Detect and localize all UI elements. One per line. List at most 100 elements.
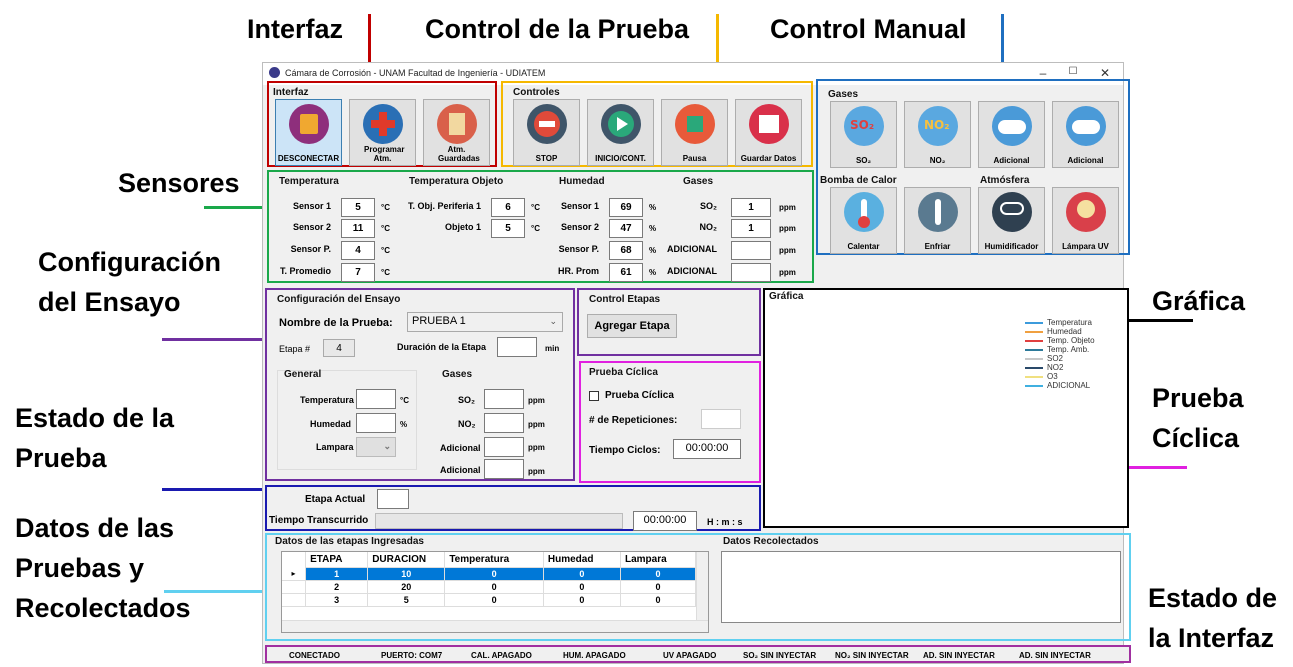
table-cell[interactable]: 0 xyxy=(543,580,621,594)
table-cell[interactable]: 1 xyxy=(305,567,369,581)
legend-item: O3 xyxy=(1025,372,1125,381)
legend-item: Temp. Amb. xyxy=(1025,345,1125,354)
minimize-button[interactable]: – xyxy=(1033,66,1053,80)
configuracion-group: Configuración del Ensayo Nombre de la Pr… xyxy=(265,288,575,481)
column-header[interactable]: ETAPA xyxy=(305,552,369,568)
row-header[interactable] xyxy=(282,580,307,594)
table-cell[interactable]: 0 xyxy=(543,567,621,581)
adicional-1-button[interactable]: Adicional xyxy=(978,101,1045,168)
icon-text: NO₂ xyxy=(924,118,950,132)
table-row[interactable]: 2 20 0 0 0 xyxy=(282,580,697,594)
sensor-unit: °C xyxy=(531,203,540,212)
status-item: SO₂ SIN INYECTAR xyxy=(743,651,817,660)
table-cell[interactable]: 0 xyxy=(620,580,697,594)
lightbulb-icon xyxy=(1066,192,1106,232)
annotation-text: Recolectados xyxy=(15,593,191,623)
duracion-label: Duración de la Etapa xyxy=(397,342,487,352)
binders-icon xyxy=(749,104,789,144)
row-header[interactable] xyxy=(282,593,307,607)
save-data-button[interactable]: Guardar Datos xyxy=(735,99,802,166)
table-cell[interactable]: 0 xyxy=(620,593,697,607)
table-cell[interactable]: 0 xyxy=(444,593,544,607)
table-row[interactable]: 35000 xyxy=(282,593,697,607)
pause-icon xyxy=(675,104,715,144)
duracion-input[interactable] xyxy=(497,337,537,357)
button-label: SO₂ xyxy=(855,156,872,165)
sensor-unit: °C xyxy=(381,203,390,212)
legend-swatch xyxy=(1025,358,1043,360)
table-cell[interactable]: 10 xyxy=(367,567,446,581)
atm-guardadas-button[interactable]: Atm. Guardadas xyxy=(423,99,490,166)
sensor-value: 1 xyxy=(731,219,771,238)
button-label: Programar Atm. xyxy=(364,145,405,163)
lampara-uv-button[interactable]: Lámpara UV xyxy=(1052,187,1119,254)
legend-label: SO2 xyxy=(1047,354,1064,363)
duracion-unit: min xyxy=(545,344,560,353)
legend-label: Humedad xyxy=(1047,327,1082,336)
sensor-value: 6 xyxy=(491,198,525,217)
annotation-estado-prueba: Estado de la Prueba xyxy=(15,398,174,478)
sensor-value: 4 xyxy=(341,241,375,260)
tiempo-ciclos-input[interactable]: 00:00:00 xyxy=(673,439,741,459)
pause-button[interactable]: Pausa xyxy=(661,99,728,166)
stop-button[interactable]: STOP xyxy=(513,99,580,166)
annotation-datos: Datos de las Pruebas y Recolectados xyxy=(15,508,191,628)
sensor-label: SO₂ xyxy=(699,201,717,211)
table-cell[interactable]: 0 xyxy=(543,593,621,607)
sensor-value: 7 xyxy=(341,263,375,282)
annotation-text: Prueba xyxy=(1152,383,1244,413)
maximize-button[interactable]: ☐ xyxy=(1063,66,1083,77)
tiempo-ciclos-label: Tiempo Ciclos: xyxy=(589,445,661,456)
legend-label: NO2 xyxy=(1047,363,1064,372)
horizontal-scrollbar[interactable] xyxy=(282,620,708,632)
humedad-input[interactable] xyxy=(356,413,396,433)
so2-button[interactable]: SO₂ SO₂ xyxy=(830,101,897,168)
ciclica-checkbox[interactable] xyxy=(589,391,599,401)
nombre-select[interactable]: PRUEBA 1 ⌄ xyxy=(407,312,563,332)
sensor-unit: ppm xyxy=(779,268,796,277)
so2-label: SO₂ xyxy=(458,395,476,405)
sensor-value: 1 xyxy=(731,198,771,217)
table-cell[interactable]: 0 xyxy=(444,567,544,581)
ppm-unit: ppm xyxy=(528,443,545,452)
no2-input[interactable] xyxy=(484,413,524,433)
humidificador-button[interactable]: Humidificador xyxy=(978,187,1045,254)
adicional-2-input[interactable] xyxy=(484,459,524,479)
start-button[interactable]: INICIO/CONT. xyxy=(587,99,654,166)
close-button[interactable]: ✕ xyxy=(1095,66,1115,80)
calentar-button[interactable]: Calentar xyxy=(830,187,897,254)
time-format-label: H : m : s xyxy=(707,517,743,527)
adicional-1-input[interactable] xyxy=(484,437,524,457)
row-header[interactable]: ▸ xyxy=(282,567,307,581)
column-header[interactable]: Lampara xyxy=(620,552,697,568)
annotation-control-prueba: Control de la Prueba xyxy=(425,14,690,44)
table-cell[interactable]: 0 xyxy=(444,580,544,594)
programar-atm-button[interactable]: Programar Atm. xyxy=(349,99,416,166)
tiempo-transcurrido-value: 00:00:00 xyxy=(633,511,697,531)
table-cell[interactable]: 20 xyxy=(367,580,446,594)
column-header[interactable]: DURACION xyxy=(367,552,446,568)
table-row[interactable]: ▸ 1 10 0 0 0 xyxy=(282,567,697,581)
temperatura-input[interactable] xyxy=(356,389,396,409)
repeticiones-input[interactable] xyxy=(701,409,741,429)
table-cell[interactable]: 2 xyxy=(305,580,369,594)
button-label: DESCONECTAR xyxy=(277,154,340,163)
agregar-etapa-button[interactable]: Agregar Etapa xyxy=(587,314,677,338)
table-cell[interactable]: 3 xyxy=(305,593,369,607)
status-item: CAL. APAGADO xyxy=(471,651,532,660)
vertical-scrollbar[interactable] xyxy=(696,552,708,622)
legend-swatch xyxy=(1025,367,1043,369)
lampara-select[interactable]: ⌄ xyxy=(356,437,396,457)
cloud-icon xyxy=(992,106,1032,146)
no2-button[interactable]: NO₂ NO₂ xyxy=(904,101,971,168)
datos-recolectados-box[interactable] xyxy=(721,551,1121,623)
sensor-unit: ppm xyxy=(779,246,796,255)
disconnect-button[interactable]: DESCONECTAR xyxy=(275,99,342,166)
table-cell[interactable]: 5 xyxy=(367,593,446,607)
adicional-2-button[interactable]: Adicional xyxy=(1052,101,1119,168)
column-header[interactable]: Humedad xyxy=(543,552,621,568)
table-cell[interactable]: 0 xyxy=(620,567,697,581)
so2-input[interactable] xyxy=(484,389,524,409)
enfriar-button[interactable]: Enfriar xyxy=(904,187,971,254)
column-header[interactable]: Temperatura xyxy=(444,552,544,568)
